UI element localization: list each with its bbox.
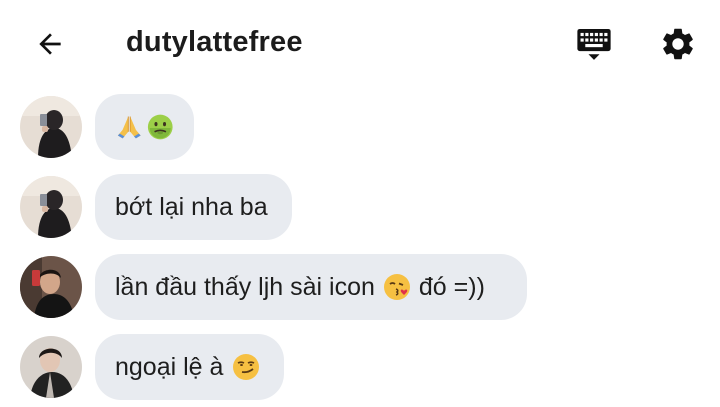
message-bubble[interactable]: lần đầu thấy ljh sài icon đó =))	[95, 254, 527, 320]
keyboard-button[interactable]	[572, 24, 616, 64]
message-text: ngoại lệ à	[115, 352, 224, 381]
message-bubble[interactable]	[95, 94, 194, 160]
avatar[interactable]	[20, 256, 82, 318]
keyboard-icon	[577, 28, 611, 60]
arrow-left-icon	[39, 33, 61, 55]
avatar-photo	[20, 96, 82, 158]
message-text: lần đầu thấy ljh sài icon	[115, 272, 375, 301]
back-button[interactable]	[30, 24, 70, 64]
message-text: bớt lại nha ba	[115, 192, 268, 221]
avatar-photo	[20, 256, 82, 318]
message-text-suffix: đó =))	[418, 272, 485, 301]
avatar-photo	[20, 336, 82, 398]
settings-button[interactable]	[656, 22, 700, 66]
smirking-face-emoji	[233, 354, 260, 380]
message-bubble[interactable]: bớt lại nha ba	[95, 174, 292, 240]
avatar[interactable]	[20, 176, 82, 238]
nauseated-face-emoji	[147, 114, 173, 140]
avatar-photo	[20, 176, 82, 238]
chat-header: dutylattefree	[0, 0, 720, 86]
conversation-title: dutylattefree	[126, 26, 303, 58]
folded-hands-emoji	[117, 116, 141, 139]
gear-icon	[663, 28, 693, 60]
message-row: lần đầu thấy ljh sài icon đó =))	[0, 254, 720, 320]
avatar[interactable]	[20, 96, 82, 158]
message-row: bớt lại nha ba	[0, 174, 720, 240]
message-bubble[interactable]: ngoại lệ à	[95, 334, 284, 400]
avatar[interactable]	[20, 336, 82, 398]
message-row	[0, 94, 720, 160]
message-row: ngoại lệ à	[0, 334, 720, 400]
face-blowing-kiss-emoji	[383, 274, 410, 300]
